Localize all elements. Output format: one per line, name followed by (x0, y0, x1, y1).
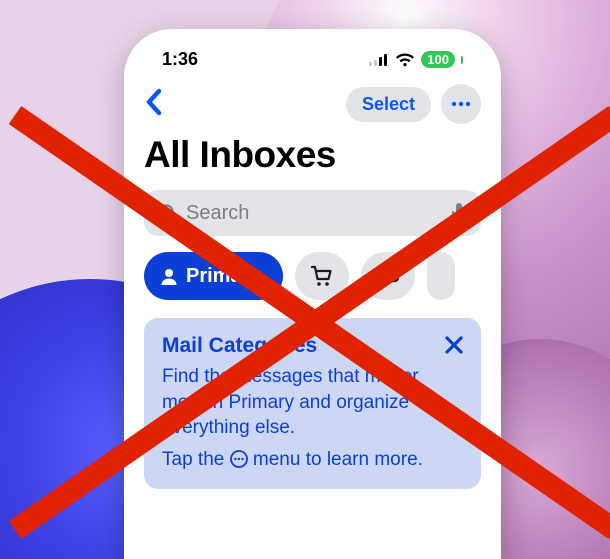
info-close-button[interactable] (441, 332, 467, 358)
chip-primary[interactable]: Primary (144, 252, 283, 300)
back-button[interactable] (144, 88, 164, 121)
close-icon (445, 336, 463, 354)
wifi-icon (395, 53, 415, 67)
search-input[interactable]: Search (144, 190, 481, 236)
status-bar: 1:36 100 (144, 47, 481, 80)
info-card-title: Mail Categories (162, 334, 463, 358)
battery-pill: 100 (421, 51, 455, 68)
chat-icon (376, 265, 400, 287)
chip-updates[interactable] (361, 252, 415, 300)
search-icon (158, 203, 178, 223)
category-chips: Primary (144, 252, 481, 300)
info-card-body-2: Tap the menu to learn more. (162, 447, 463, 473)
cellular-icon (369, 54, 389, 66)
person-icon (160, 267, 178, 285)
nav-bar: Select (144, 84, 481, 124)
ellipsis-icon (451, 101, 471, 107)
info-card-body-1: Find the messages that matter most in Pr… (162, 364, 463, 441)
page-title: All Inboxes (144, 134, 481, 176)
chip-overflow[interactable] (427, 252, 455, 300)
chip-primary-label: Primary (186, 265, 261, 288)
microphone-icon[interactable] (451, 202, 467, 224)
chevron-left-icon (144, 88, 164, 116)
chip-shopping[interactable] (295, 252, 349, 300)
status-time: 1:36 (162, 49, 198, 70)
cart-icon (310, 265, 334, 287)
phone-frame: 1:36 100 Select (124, 29, 501, 559)
select-button[interactable]: Select (346, 87, 431, 122)
more-button[interactable] (441, 84, 481, 124)
battery-cap-icon (461, 56, 463, 64)
info-card: Mail Categories Find the messages that m… (144, 318, 481, 489)
ellipsis-circle-icon (230, 450, 248, 468)
search-placeholder: Search (186, 202, 249, 225)
status-indicators: 100 (369, 51, 463, 68)
